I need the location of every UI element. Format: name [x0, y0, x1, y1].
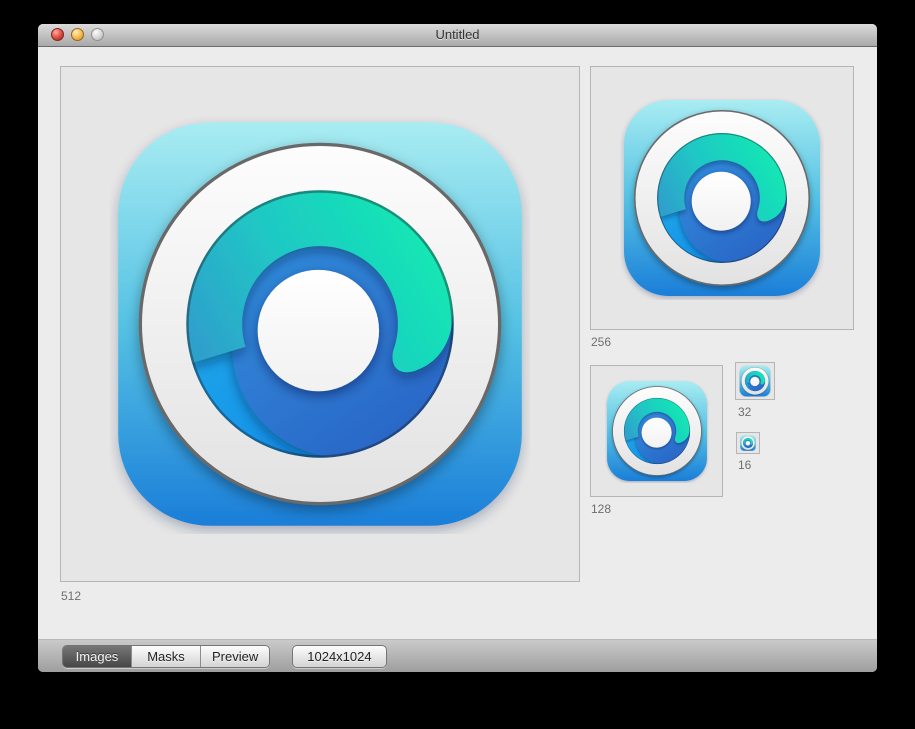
- size-label-16: 16: [738, 458, 751, 472]
- app-icon-128: [605, 379, 709, 483]
- size-label-32: 32: [738, 405, 751, 419]
- titlebar[interactable]: Untitled: [38, 24, 877, 47]
- tab-masks[interactable]: Masks: [131, 646, 200, 667]
- mode-segmented-control: Images Masks Preview: [62, 645, 270, 668]
- size-label-256: 256: [591, 335, 611, 349]
- size-label-128: 128: [591, 502, 611, 516]
- tab-preview[interactable]: Preview: [200, 646, 269, 667]
- window-title: Untitled: [38, 24, 877, 46]
- app-window: Untitled 512 256 128 32 16 Images Masks …: [38, 24, 877, 672]
- screenshot-canvas: Untitled 512 256 128 32 16 Images Masks …: [0, 0, 915, 729]
- size-label-512: 512: [61, 589, 81, 603]
- app-icon-32: [739, 365, 771, 397]
- app-icon-256: [620, 96, 824, 300]
- preview-panel-128[interactable]: [590, 365, 723, 497]
- bottom-toolbar: Images Masks Preview 1024x1024: [38, 639, 877, 672]
- preview-panel-512[interactable]: [60, 66, 580, 582]
- app-icon-512: [110, 114, 530, 534]
- app-icon-16: [740, 435, 756, 451]
- preview-panel-256[interactable]: [590, 66, 854, 330]
- size-1024-button[interactable]: 1024x1024: [292, 645, 386, 668]
- tab-images[interactable]: Images: [63, 646, 131, 667]
- preview-panel-32[interactable]: [735, 362, 775, 400]
- preview-panel-16[interactable]: [736, 432, 760, 454]
